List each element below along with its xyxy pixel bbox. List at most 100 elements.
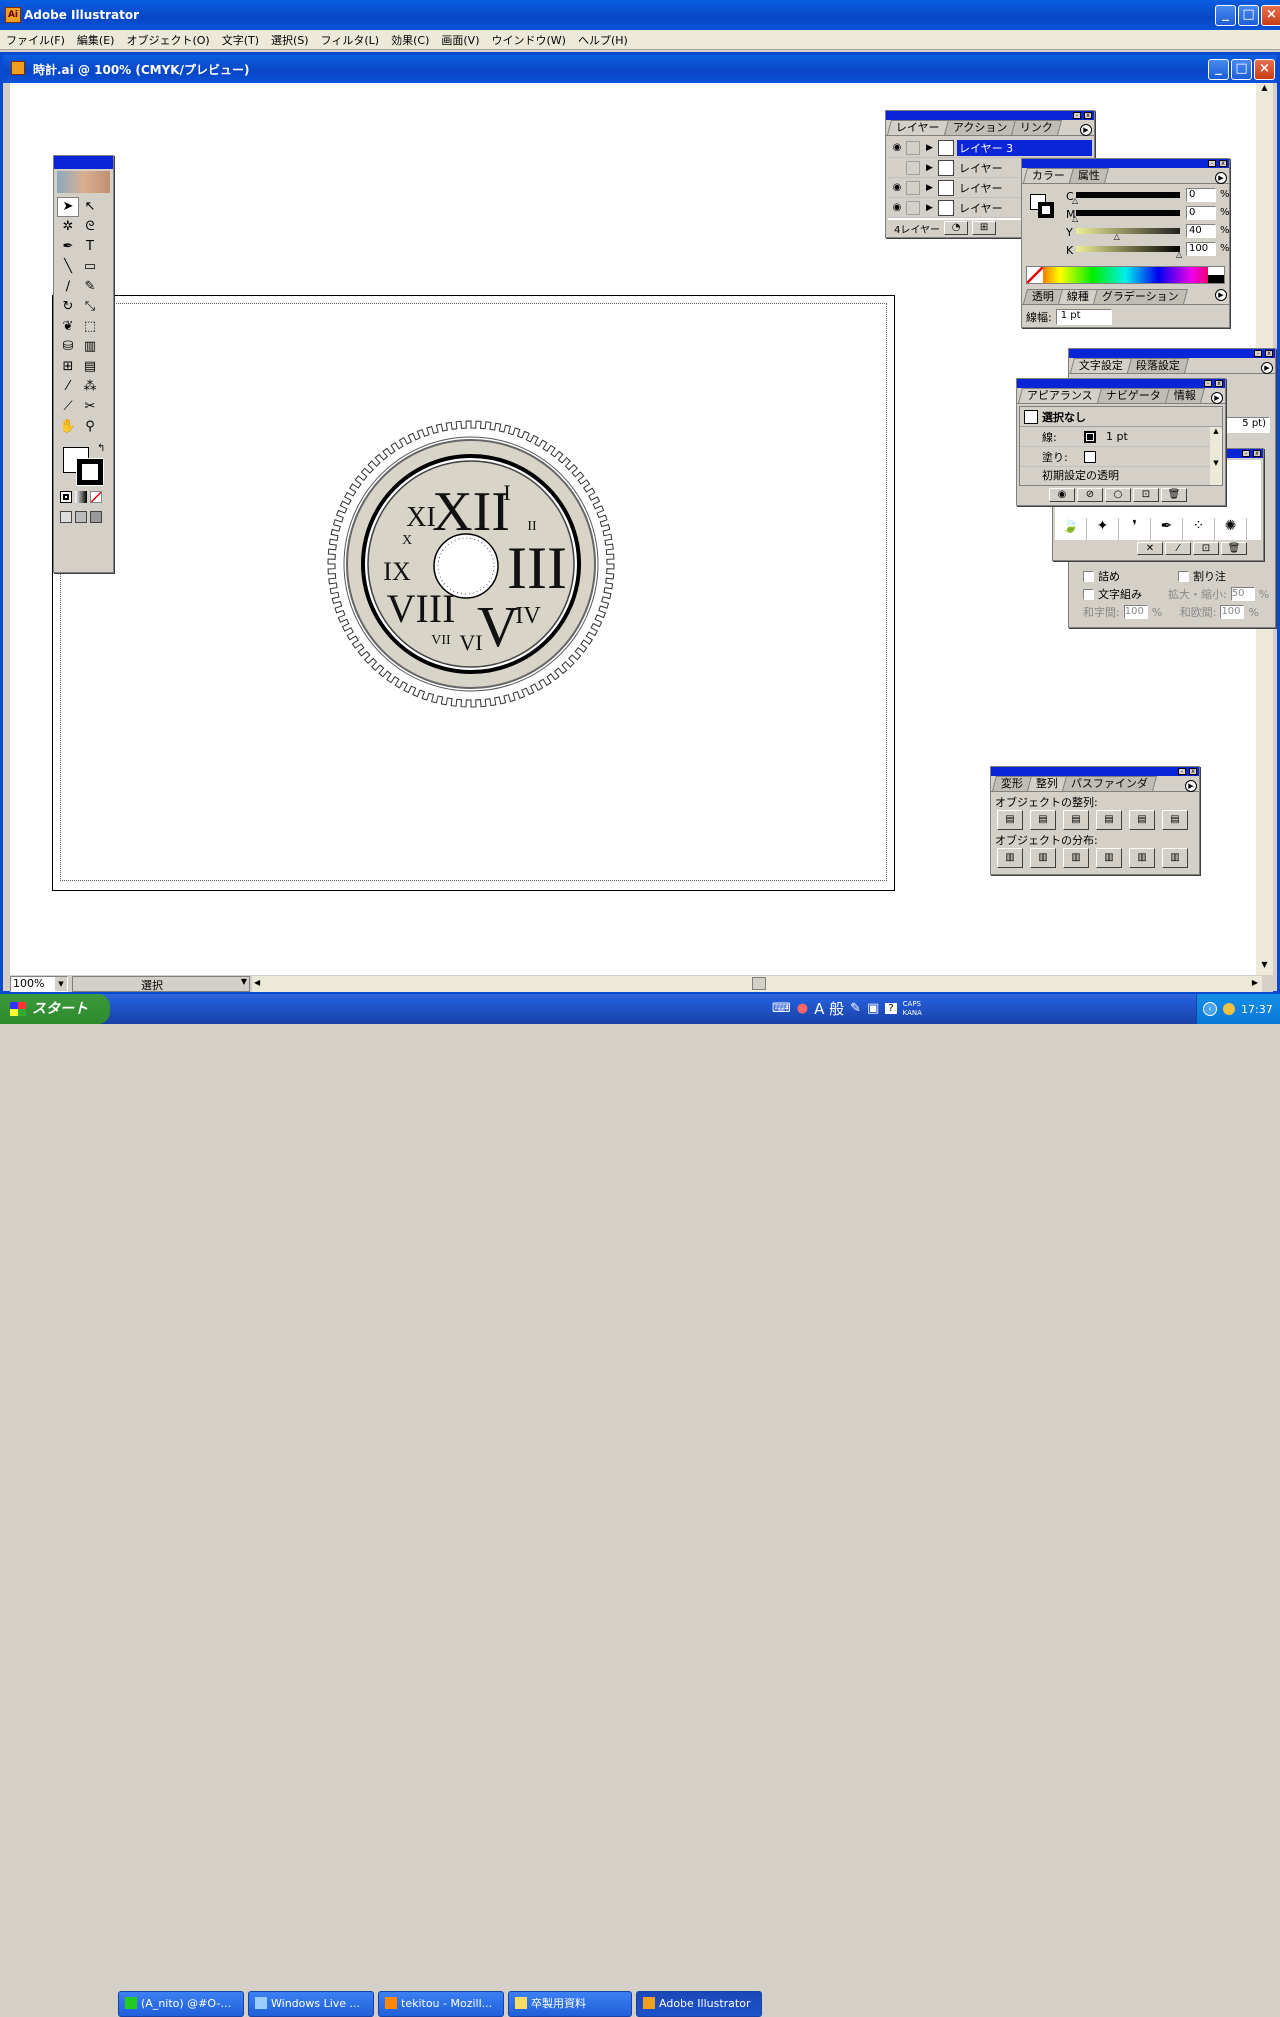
start-button[interactable]: スタート <box>0 994 110 1024</box>
menu-item-3[interactable]: 文字(T) <box>216 32 265 48</box>
blend-tool-icon[interactable]: ⁂ <box>79 377 101 397</box>
layers-tab-1[interactable]: アクション <box>943 120 1017 135</box>
menu-item-0[interactable]: ファイル(F) <box>0 32 71 48</box>
warichu-checkbox[interactable] <box>1178 570 1189 582</box>
type-tab-0[interactable]: 文字設定 <box>1069 358 1133 373</box>
appearance-row-stroke[interactable]: 線: 1 pt <box>1020 427 1222 447</box>
scroll-down-arrow[interactable]: ▼ <box>1256 960 1273 975</box>
color-spectrum[interactable] <box>1026 266 1225 284</box>
align-tab-1[interactable]: 整列 <box>1026 776 1068 791</box>
toolbox-banner-image[interactable] <box>57 171 110 193</box>
appearance-scrollbar[interactable]: ▲ ▼ <box>1210 427 1222 485</box>
star-brush-icon[interactable]: ✦ <box>1087 518 1119 540</box>
pencil-icon[interactable]: ✎ <box>79 277 101 297</box>
dist-left-icon[interactable]: ▥ <box>1096 848 1122 868</box>
type-tool-icon[interactable]: T <box>79 237 101 257</box>
app-close-button[interactable]: × <box>1261 5 1280 26</box>
gradient-tool-icon[interactable]: ▤ <box>79 357 101 377</box>
dist-right-icon[interactable]: ▥ <box>1162 848 1188 868</box>
taskbar-item[interactable]: (A_nito) @#O-… <box>118 1991 244 2017</box>
waokan-field[interactable]: 100 <box>1220 605 1245 619</box>
layer-row[interactable]: ◉ ▶ レイヤー 3 <box>888 138 1092 158</box>
color-title-bar[interactable]: -x <box>1022 159 1229 168</box>
eye-icon[interactable]: ◉ <box>888 142 906 153</box>
channel-value-field[interactable]: 100 <box>1186 242 1216 256</box>
paintbrush-icon[interactable]: ∕ <box>57 277 79 297</box>
align-top-icon[interactable]: ▤ <box>1096 810 1122 830</box>
swap-icon[interactable]: ↰ <box>97 443 105 454</box>
brush-options-button[interactable]: ⁄ <box>1165 542 1191 555</box>
stroke-tab-1[interactable]: 線種 <box>1057 289 1099 304</box>
status-mode-field[interactable]: 選択 ▼ <box>72 975 250 992</box>
scroll-left-arrow[interactable]: ◀ <box>254 978 260 987</box>
lasso-icon[interactable]: ᘓ <box>79 217 101 237</box>
magic-wand-icon[interactable]: ✲ <box>57 217 79 237</box>
scatter-brush-icon[interactable]: ⁘ <box>1183 518 1215 540</box>
illustrator-app-icon[interactable]: Ai <box>5 7 21 23</box>
layers-new-sublayer-button[interactable]: ◔ <box>944 221 969 235</box>
ime-tool-icon[interactable]: ✎ <box>850 1001 861 1016</box>
keyboard-icon[interactable]: ⌨ <box>772 1001 791 1016</box>
layers-new-layer-button[interactable]: ⊞ <box>972 221 997 235</box>
menu-item-7[interactable]: 画面(V) <box>435 32 485 48</box>
zoom-tool-icon[interactable]: ⚲ <box>79 417 101 437</box>
graph-tool-icon[interactable]: ▥ <box>79 337 101 357</box>
layer-name[interactable]: レイヤー 3 <box>957 139 1092 156</box>
dist-vcenter-icon[interactable]: ▥ <box>1030 848 1056 868</box>
appearance-row-opacity[interactable]: 初期設定の透明 <box>1020 467 1222 485</box>
screen-mode-standard-icon[interactable] <box>60 511 72 523</box>
pen-tool-icon[interactable]: ✒ <box>57 237 79 257</box>
align-menu-icon[interactable]: ▶ <box>1185 780 1197 792</box>
scale-tool-icon[interactable]: ⤡ <box>79 297 101 317</box>
zoom-field[interactable]: 100% ▼ <box>10 975 68 992</box>
toolbox-title-bar[interactable] <box>54 156 113 169</box>
doc-close-button[interactable]: × <box>1254 59 1275 80</box>
horizontal-scrollbar[interactable]: ◀ ▶ <box>252 975 1262 992</box>
ime-mode[interactable]: A 般 <box>814 998 844 1019</box>
zoom-dropdown-icon[interactable]: ▼ <box>55 976 67 991</box>
appearance-title-bar[interactable]: -x <box>1017 379 1225 388</box>
warp-tool-icon[interactable]: ❦ <box>57 317 79 337</box>
feather-brush-icon[interactable]: ✒ <box>1151 518 1183 540</box>
taskbar-item[interactable]: 卒製用資料 <box>508 1991 632 2017</box>
color-mode-icon[interactable] <box>60 491 72 503</box>
ime-dict-icon[interactable]: ▣ <box>867 1001 879 1016</box>
menu-item-8[interactable]: ウインドウ(W) <box>485 32 571 48</box>
scroll-right-arrow[interactable]: ▶ <box>1252 978 1258 987</box>
wajikan-field[interactable]: 100 <box>1123 605 1148 619</box>
mojigumi-checkbox[interactable] <box>1083 588 1094 600</box>
expand-triangle-icon[interactable]: ▶ <box>926 203 938 213</box>
doc-minimize-button[interactable]: _ <box>1208 59 1229 80</box>
layers-tab-0[interactable]: レイヤー <box>886 120 949 135</box>
align-right-icon[interactable]: ▤ <box>1063 810 1089 830</box>
align-hcenter-icon[interactable]: ▤ <box>1030 810 1056 830</box>
leaf-brush-icon[interactable]: 🍃 <box>1055 518 1087 540</box>
tsume-checkbox[interactable] <box>1083 570 1094 582</box>
scroll-thumb[interactable] <box>752 976 766 990</box>
screen-mode-full-icon[interactable] <box>90 511 102 523</box>
align-left-icon[interactable]: ▤ <box>997 810 1023 830</box>
none-mode-icon[interactable] <box>90 491 102 503</box>
rectangle-tool-icon[interactable]: ▭ <box>79 257 101 277</box>
channel-value-field[interactable]: 0 <box>1186 188 1216 202</box>
free-transform-icon[interactable]: ⬚ <box>79 317 101 337</box>
app-maximize-button[interactable]: □ <box>1238 5 1259 26</box>
color-menu-icon[interactable]: ▶ <box>1215 172 1227 184</box>
tray-expand-icon[interactable]: ‹ <box>1203 1002 1217 1016</box>
lock-toggle[interactable] <box>906 140 920 155</box>
lock-toggle[interactable] <box>906 200 920 215</box>
layers-menu-icon[interactable]: ▶ <box>1080 124 1092 136</box>
brush-new-button[interactable]: ⊡ <box>1193 542 1219 555</box>
color-tab-0[interactable]: カラー <box>1022 168 1075 183</box>
rotate-tool-icon[interactable]: ↻ <box>57 297 79 317</box>
character-title-bar[interactable]: -x <box>1069 349 1275 358</box>
gradient-mode-icon[interactable] <box>75 491 87 503</box>
type-menu-icon[interactable]: ▶ <box>1261 362 1273 374</box>
messenger-tray-icon[interactable] <box>1223 1003 1235 1015</box>
eye-icon[interactable]: ◉ <box>888 202 906 213</box>
appearance-reduce-button[interactable]: ○ <box>1105 488 1131 502</box>
appearance-row-fill[interactable]: 塗り: <box>1020 447 1222 467</box>
menu-item-9[interactable]: ヘルプ(H) <box>572 32 634 48</box>
menu-item-4[interactable]: 選択(S) <box>265 32 315 48</box>
splat-brush-icon[interactable]: ✺ <box>1215 518 1247 540</box>
